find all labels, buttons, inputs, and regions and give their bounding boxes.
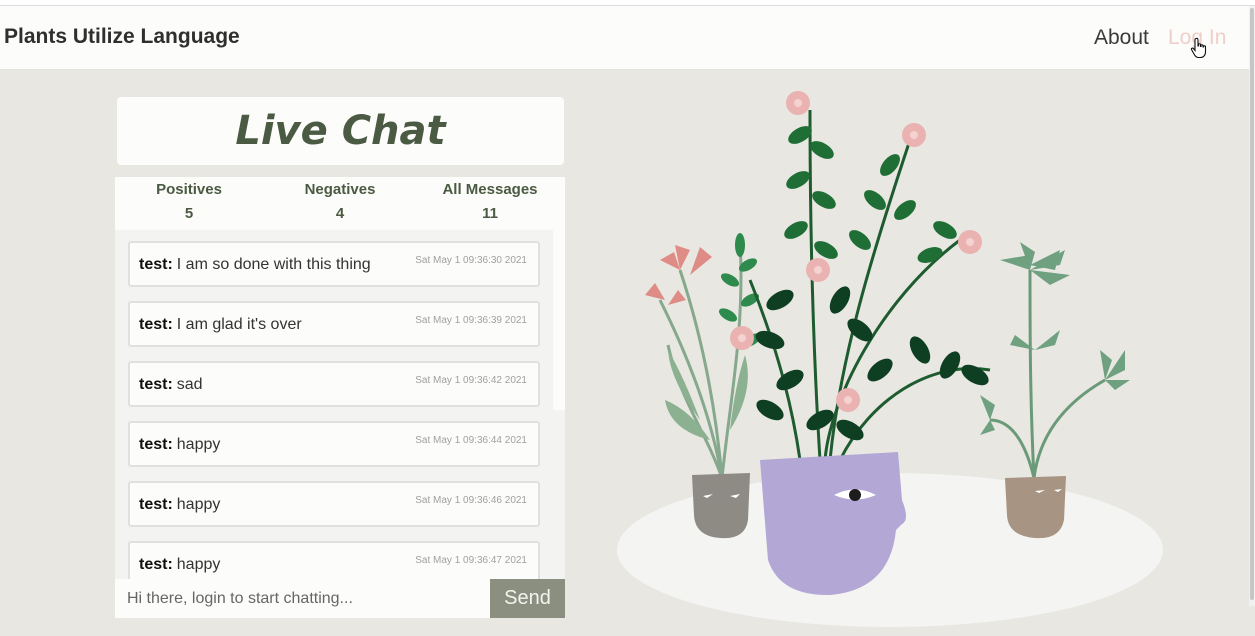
message-user: test: <box>139 376 173 393</box>
chat-message: test: happy Sat May 1 09:36:47 2021 <box>128 541 540 580</box>
message-text: I am so done with this thing <box>176 256 371 273</box>
message-text: happy <box>176 556 221 573</box>
message-text: happy <box>176 496 221 513</box>
chat-message-input[interactable] <box>115 579 490 618</box>
chat-message: test: I am so done with this thing Sat Ma… <box>128 241 540 287</box>
message-body: test: happy <box>139 496 220 514</box>
chat-panel-edge <box>553 230 565 410</box>
page-scrollbar[interactable] <box>1249 6 1255 606</box>
send-button[interactable]: Send <box>490 579 565 618</box>
brand-title[interactable]: Plants Utilize Language <box>4 25 240 49</box>
message-user: test: <box>139 436 173 453</box>
message-body: test: I am so done with this thing <box>139 256 371 274</box>
message-text: sad <box>176 376 203 393</box>
all-messages-count: 11 <box>482 205 498 222</box>
negatives-count: 4 <box>335 205 345 222</box>
message-time: Sat May 1 09:36:39 2021 <box>415 315 527 326</box>
positives-label: Positives <box>156 181 222 198</box>
message-text: I am glad it's over <box>176 316 302 333</box>
message-user: test: <box>139 256 173 273</box>
message-time: Sat May 1 09:36:42 2021 <box>415 375 527 386</box>
chat-message: test: happy Sat May 1 09:36:44 2021 <box>128 421 540 467</box>
chat-message: test: happy Sat May 1 09:36:46 2021 <box>128 481 540 527</box>
message-body: test: happy <box>139 556 220 574</box>
message-user: test: <box>139 556 173 573</box>
stat-positives[interactable]: Positives 5 <box>115 181 263 222</box>
hand-pointer-icon <box>1190 37 1207 59</box>
nav-about-link[interactable]: About <box>1094 26 1149 50</box>
chat-title-card: Live Chat <box>117 97 564 165</box>
all-messages-label: All Messages <box>442 181 538 198</box>
message-body: test: happy <box>139 436 220 454</box>
message-text: happy <box>176 436 221 453</box>
message-time: Sat May 1 09:36:44 2021 <box>415 435 527 446</box>
chat-title: Live Chat <box>235 108 446 154</box>
message-user: test: <box>139 496 173 513</box>
navbar: Plants Utilize Language About Log In <box>0 6 1249 70</box>
stat-negatives[interactable]: Negatives 4 <box>265 181 415 222</box>
scrollbar-thumb[interactable] <box>1250 8 1254 600</box>
message-user: test: <box>139 316 173 333</box>
potted-plants-illustration <box>617 91 1163 627</box>
sentiment-stats: Positives 5 Negatives 4 All Messages 11 <box>115 177 565 230</box>
message-time: Sat May 1 09:36:30 2021 <box>415 255 527 266</box>
positives-count: 5 <box>184 205 194 222</box>
message-time: Sat May 1 09:36:46 2021 <box>415 495 527 506</box>
message-body: test: sad <box>139 376 203 394</box>
message-time: Sat May 1 09:36:47 2021 <box>415 555 527 566</box>
negatives-label: Negatives <box>304 181 376 198</box>
chat-message: test: sad Sat May 1 09:36:42 2021 <box>128 361 540 407</box>
message-body: test: I am glad it's over <box>139 316 302 334</box>
chat-message-list[interactable]: test: I am so done with this thing Sat Ma… <box>115 230 565 580</box>
stat-all-messages[interactable]: All Messages 11 <box>415 181 565 222</box>
chat-input-row: Send <box>115 579 565 618</box>
chat-message: test: I am glad it's over Sat May 1 09:36… <box>128 301 540 347</box>
